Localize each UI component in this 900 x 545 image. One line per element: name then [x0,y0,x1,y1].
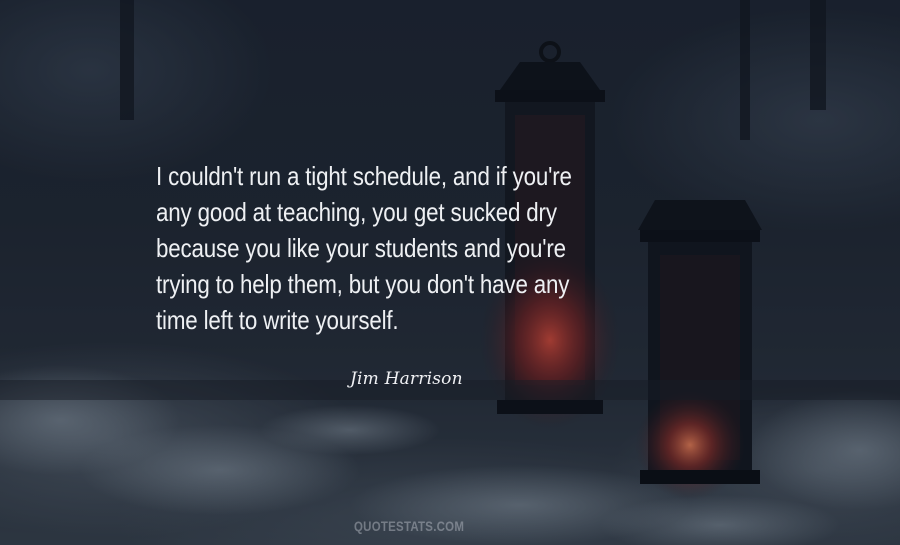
author-name: Jim Harrison [350,369,463,389]
quote-text: I couldn't run a tight schedule, and if … [156,161,572,335]
quote-image: I couldn't run a tight schedule, and if … [0,0,900,545]
site-watermark: QUOTESTATS.COM [354,518,465,534]
